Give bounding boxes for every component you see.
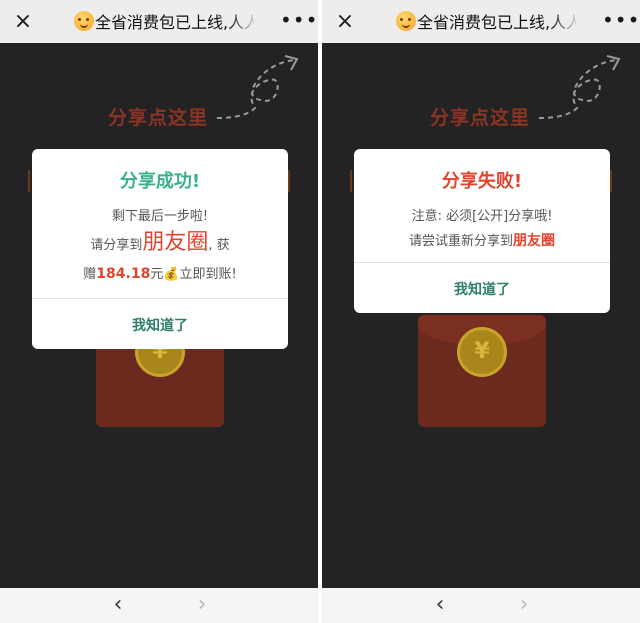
got-it-button[interactable]: 我知道了 — [32, 315, 288, 335]
success-line-2: 请分享到朋友圈, 获 — [32, 228, 288, 261]
close-icon[interactable]: × — [332, 9, 358, 35]
reward-unit: 元 — [150, 267, 164, 282]
more-options-icon[interactable]: ••• — [602, 9, 639, 35]
fail-line-2-prefix: 请尝试重新分享到 — [408, 234, 513, 249]
dialog-divider — [32, 298, 288, 299]
share-fail-dialog: 分享失败! 注意: 必须[公开]分享哦! 请尝试重新分享到朋友圈 我知道了 — [354, 149, 610, 313]
title-fade — [550, 8, 580, 36]
success-line-2-suffix: , 获 — [208, 238, 230, 253]
browser-bottom-bar: ‹ › — [0, 588, 318, 623]
yuan-coin-icon: ¥ — [457, 327, 507, 377]
success-line-3-prefix: 赠 — [83, 267, 97, 282]
browser-bottom-bar: ‹ › — [322, 588, 640, 623]
browser-top-bar: × 全省消费包已上线,人人 ••• — [322, 0, 640, 43]
dialog-divider — [354, 262, 610, 263]
moments-highlight: 朋友圈 — [513, 233, 555, 249]
forward-icon[interactable]: › — [514, 592, 534, 618]
browser-top-bar: × 全省消费包已上线,人人 ••• — [0, 0, 318, 43]
success-line-3-suffix: 立即到账! — [179, 267, 237, 282]
fail-line-1: 注意: 必须[公开]分享哦! — [411, 209, 553, 224]
smiling-face-emoji-icon — [396, 11, 416, 31]
close-icon[interactable]: × — [10, 9, 36, 35]
share-success-dialog: 分享成功! 剩下最后一步啦! 请分享到朋友圈, 获 赠184.18元💰立即到账!… — [32, 149, 288, 349]
moments-highlight: 朋友圈 — [142, 230, 209, 255]
forward-icon[interactable]: › — [192, 592, 212, 618]
reward-amount: 184.18 — [96, 266, 151, 282]
back-icon[interactable]: ‹ — [430, 592, 450, 618]
fail-line-2: 请尝试重新分享到朋友圈 — [354, 230, 610, 250]
back-icon[interactable]: ‹ — [108, 592, 128, 618]
fail-title: 分享失败! — [441, 171, 523, 192]
success-line-2-prefix: 请分享到 — [90, 238, 143, 253]
right-screen: × 全省消费包已上线,人人 ••• 分享点这里 ¥ 分享失败! 注意: 必须[公… — [322, 0, 640, 623]
dashed-arrow-icon — [216, 55, 299, 119]
got-it-button[interactable]: 我知道了 — [354, 279, 610, 299]
page-title: 全省消费包已上线,人人 — [74, 11, 254, 33]
success-title: 分享成功! — [119, 171, 201, 192]
money-bag-icon: 💰 — [163, 267, 180, 282]
dashed-arrow-icon — [538, 55, 621, 119]
smiling-face-emoji-icon — [74, 11, 94, 31]
page-title: 全省消费包已上线,人人 — [396, 11, 576, 33]
share-hint-text: 分享点这里 — [430, 107, 531, 129]
more-options-icon[interactable]: ••• — [280, 9, 317, 35]
title-fade — [228, 8, 258, 36]
share-hint-text: 分享点这里 — [108, 107, 209, 129]
success-line-1: 剩下最后一步啦! — [111, 209, 209, 224]
red-envelope[interactable]: ¥ — [418, 315, 546, 427]
left-screen: × 全省消费包已上线,人人 ••• 分享点这里 ¥ 分享成功! 剩下最后一步啦!… — [0, 0, 318, 623]
success-line-3: 赠184.18元💰立即到账! — [32, 263, 288, 282]
